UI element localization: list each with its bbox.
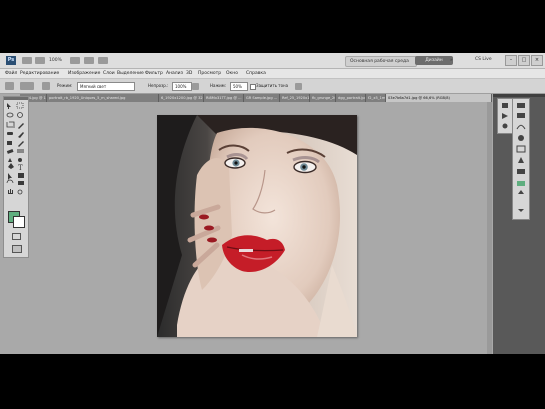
document-canvas[interactable] — [157, 115, 357, 337]
close-button[interactable]: × — [531, 55, 543, 66]
menu-file[interactable]: Файл — [5, 70, 17, 77]
dock-expand-icon — [518, 209, 524, 212]
shape-icon — [18, 173, 24, 178]
mini-bridge-icon[interactable] — [35, 57, 45, 64]
minimize-button[interactable]: – — [505, 55, 517, 66]
crop-icon — [6, 121, 15, 128]
eraser-icon — [6, 149, 14, 154]
portrait-photo — [157, 115, 357, 337]
opacity-field[interactable]: 100% — [172, 82, 192, 91]
quick-select-icon — [17, 112, 23, 118]
hand-icon — [8, 189, 13, 194]
protect-tones-label: Защитить тона — [256, 83, 289, 88]
menu-analysis[interactable]: Анализ — [166, 70, 183, 77]
view-extras-icon[interactable] — [70, 57, 80, 64]
layers-icon — [517, 103, 525, 108]
menu-edit[interactable]: Редактирование — [20, 70, 59, 77]
menu-image[interactable]: Изображение — [68, 70, 100, 77]
menu-view[interactable]: Просмотр — [198, 70, 221, 77]
menu-bar: Файл Редактирование Изображение Слои Выд… — [0, 69, 545, 79]
channels-icon — [517, 113, 525, 118]
zoom-level[interactable]: 100% — [49, 57, 62, 64]
options-bar: Режим: Мягкий свет Непрозр.: 100% Нажим:… — [0, 79, 545, 94]
screen-mode-icon[interactable] — [98, 57, 108, 64]
bridge-icon[interactable] — [22, 57, 32, 64]
flow-label: Нажим: — [210, 83, 227, 88]
background-color-swatch[interactable] — [13, 216, 25, 228]
workspace-design-button[interactable]: Дизайн — [415, 56, 453, 65]
mode-label: Режим: — [57, 83, 73, 88]
arrange-documents-icon[interactable] — [84, 57, 94, 64]
marquee-icon — [16, 102, 24, 109]
photoshop-window: Ps 100% Основная рабочая среда Дизайн » … — [0, 53, 545, 354]
application-bar: Ps 100% Основная рабочая среда Дизайн » … — [0, 53, 545, 69]
brush-icon — [18, 132, 24, 138]
pen-icon — [8, 163, 14, 169]
3d-camera-icon — [18, 181, 24, 185]
masks-icon — [516, 145, 526, 153]
tab-document[interactable]: Ri8Mx31TT.jpg @ ... — [204, 94, 244, 102]
tab-document[interactable]: dgg_portrait.jpg @ 33% — [336, 94, 366, 102]
mode-select[interactable]: Мягкий свет — [77, 82, 135, 91]
menu-3d[interactable]: 3D — [186, 70, 192, 77]
histogram-icon — [517, 169, 525, 174]
info-icon — [502, 123, 508, 129]
panel-icons-strip — [512, 98, 530, 220]
eyedropper-icon — [18, 123, 24, 129]
tab-document[interactable]: 6_1920x1200.jpg @ 32,6% — [159, 94, 204, 102]
healing-icon — [7, 132, 13, 135]
menu-select[interactable]: Выделение — [117, 70, 144, 77]
actions-icon — [502, 113, 508, 119]
tab-document-active[interactable]: 03e7b6a7d1.jpg @ 66,6% (RGB/8) — [386, 94, 492, 102]
styles-icon — [518, 190, 524, 194]
type-icon: T — [18, 164, 23, 172]
cs-live-button[interactable]: CS Live — [475, 57, 492, 62]
workspace-essentials-button[interactable]: Основная рабочая среда — [345, 56, 417, 67]
gradient-icon — [17, 149, 24, 153]
brush-size-icon[interactable] — [20, 82, 34, 90]
mini-panel-group — [497, 98, 513, 134]
flow-field[interactable]: 50% — [230, 82, 248, 91]
menu-window[interactable]: Окно — [226, 70, 238, 77]
maximize-button[interactable]: □ — [518, 55, 530, 66]
brush-panel-icon[interactable] — [42, 82, 50, 90]
navigator-icon — [518, 157, 524, 163]
3d-rotate-icon — [6, 179, 14, 184]
move-icon — [7, 103, 11, 109]
opacity-label: Непрозр.: — [148, 83, 169, 88]
swatches-icon — [517, 181, 525, 186]
tab-document[interactable]: GR Sample.jpg ... — [244, 94, 280, 102]
history-brush-icon — [18, 141, 24, 147]
paths-icon — [516, 124, 526, 130]
screen-mode-button[interactable] — [12, 245, 22, 253]
clone-stamp-icon — [7, 141, 12, 145]
tab-document[interactable]: f2_x5_1m.jpg — [366, 94, 386, 102]
tab-document[interactable]: portrait_rb_1920_Uniques_5_m_shared.jpg — [47, 94, 159, 102]
canvas-scrollbar[interactable] — [487, 102, 492, 354]
dodge-icon — [18, 158, 22, 162]
screen: { "app": { "logo": "Ps", "titlebar_zoom"… — [0, 0, 545, 409]
tablet-pressure-icon[interactable] — [295, 83, 302, 90]
pressure-opacity-icon[interactable] — [192, 83, 199, 90]
path-select-icon — [8, 173, 12, 180]
photoshop-logo: Ps — [6, 56, 16, 65]
menu-filter[interactable]: Фильтр — [145, 70, 163, 77]
tab-document[interactable]: Ref_25_1920x1200.jpg — [280, 94, 310, 102]
workspace-more-button[interactable]: » — [450, 57, 453, 64]
adjustments-icon — [518, 135, 524, 141]
blur-icon — [8, 158, 12, 162]
tools-panel: T — [3, 96, 29, 258]
document-tabs: ppv4.jpg @ 16,7% portrait_rb_1920_Unique… — [20, 94, 492, 102]
quick-mask-icon[interactable] — [12, 233, 21, 240]
history-icon — [502, 103, 508, 108]
tab-document[interactable]: fb_grunge_20.jpg — [310, 94, 336, 102]
menu-help[interactable]: Справка — [246, 70, 266, 77]
tool-preset-icon[interactable] — [5, 82, 14, 90]
lasso-icon — [6, 112, 14, 118]
zoom-icon — [17, 189, 23, 195]
tools-panel-grip[interactable] — [4, 97, 28, 100]
dock-collapse-handle[interactable] — [493, 94, 545, 97]
menu-layer[interactable]: Слои — [103, 70, 115, 77]
